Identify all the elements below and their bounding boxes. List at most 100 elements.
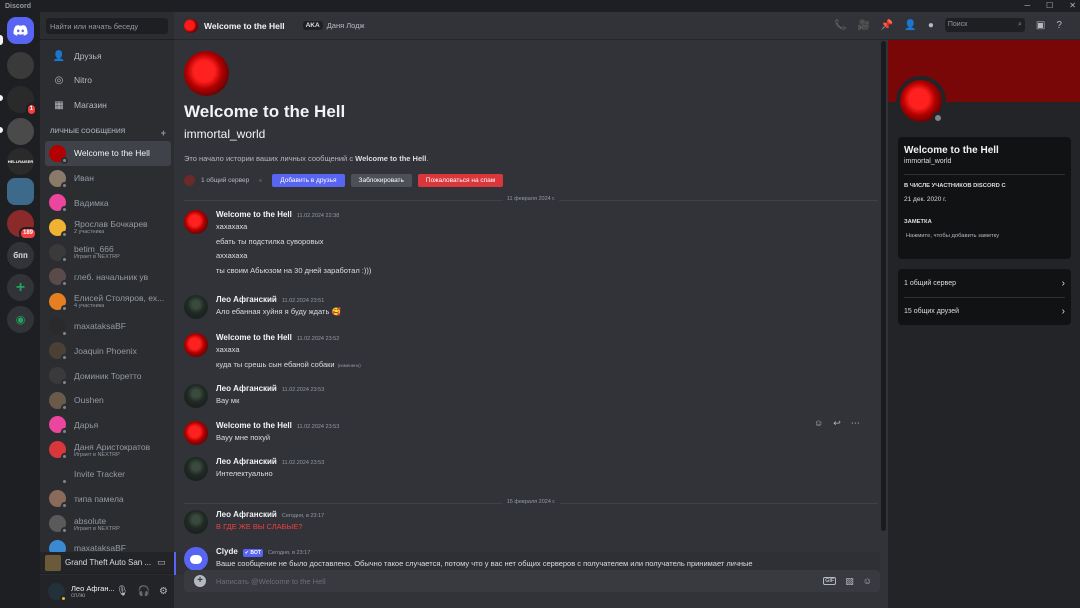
- scrollbar[interactable]: [881, 41, 886, 531]
- avatar: [49, 342, 68, 362]
- message-author[interactable]: Clyde: [216, 547, 238, 556]
- add-friend-button[interactable]: Добавить в друзья: [272, 174, 345, 187]
- user-panel: Лео Афган... сплю 🎙 🎧 ⚙: [40, 575, 174, 608]
- avatar: [49, 144, 68, 164]
- maximize-icon[interactable]: ☐: [1046, 0, 1053, 12]
- dm-item[interactable]: Oushen: [45, 388, 171, 413]
- block-button[interactable]: Заблокировать: [350, 174, 412, 187]
- voice-call-icon[interactable]: 📞: [834, 20, 846, 31]
- message-avatar[interactable]: [184, 547, 208, 571]
- message-avatar[interactable]: [184, 295, 208, 319]
- server-3[interactable]: [7, 118, 34, 145]
- avatar[interactable]: [48, 583, 67, 602]
- message: Лео Афганский 11.02.2024 23:53 Интелектуал…: [184, 457, 874, 487]
- nav-friends[interactable]: 👤 Друзья: [46, 45, 170, 67]
- server-2[interactable]: 1: [7, 86, 37, 116]
- add-reaction-icon[interactable]: ☺: [814, 418, 823, 429]
- dm-item-name: Вадимка: [74, 197, 109, 208]
- pin-icon[interactable]: 📌: [881, 20, 893, 31]
- dm-item[interactable]: Елисей Столяров, ex... 4 участника: [45, 289, 171, 314]
- bot-badge: ✔ BOT: [242, 549, 263, 557]
- server-bpp[interactable]: бпп: [7, 242, 34, 269]
- message-author[interactable]: Лео Афганский: [216, 457, 277, 466]
- message-author[interactable]: Лео Афганский: [216, 384, 277, 393]
- avatar: [49, 416, 68, 436]
- dm-item[interactable]: betim_666 Играет в NEXTRP: [45, 240, 171, 265]
- settings-gear-icon[interactable]: ⚙: [159, 586, 168, 597]
- message-avatar[interactable]: [184, 510, 208, 534]
- dm-item[interactable]: Ярослав Бочкарев 2 участника: [45, 215, 171, 240]
- user-profile-icon[interactable]: ●: [928, 20, 934, 31]
- reply-icon[interactable]: ↩: [833, 418, 841, 429]
- message-author[interactable]: Welcome to the Hell: [216, 333, 292, 342]
- aka-name: Даня Лодж: [326, 21, 365, 30]
- message-avatar[interactable]: [184, 384, 208, 408]
- dm-item[interactable]: maxataksaBF: [45, 314, 171, 339]
- minimize-icon[interactable]: ─: [1024, 0, 1030, 12]
- dm-item[interactable]: Даня Аристократов Играет в NEXTRP: [45, 437, 171, 462]
- screen-share-icon[interactable]: ▭: [157, 557, 166, 568]
- add-server-button[interactable]: +: [7, 274, 34, 301]
- mutual-servers-row[interactable]: 1 общий сервер ›: [904, 270, 1065, 296]
- nav-shop[interactable]: ▦ Магазин: [46, 94, 170, 116]
- message-list: Welcome to the Hell immortal_world Это н…: [174, 41, 888, 575]
- message-author[interactable]: Лео Афганский: [216, 510, 277, 519]
- dm-item[interactable]: глеб. начальник ув: [45, 264, 171, 289]
- message-author[interactable]: Лео Афганский: [216, 295, 277, 304]
- report-spam-button[interactable]: Пожаловаться на спам: [417, 174, 504, 187]
- dm-item[interactable]: Invite Tracker: [45, 462, 171, 487]
- more-options-icon[interactable]: ⋯: [851, 418, 860, 429]
- add-friends-to-dm-icon[interactable]: 👤: [904, 20, 916, 31]
- nav-nitro[interactable]: ◎ Nitro: [46, 69, 170, 91]
- message-avatar[interactable]: [184, 457, 208, 481]
- divider: [904, 174, 1065, 175]
- sticker-icon[interactable]: ▧: [845, 576, 854, 587]
- video-call-icon[interactable]: 🎥: [857, 20, 869, 31]
- headphones-icon[interactable]: 🎧: [138, 586, 150, 597]
- home-button[interactable]: [7, 17, 34, 44]
- window-titlebar: Discord ─ ☐ ✕: [0, 0, 1080, 12]
- close-icon[interactable]: ✕: [1069, 0, 1076, 12]
- server-1[interactable]: [7, 52, 34, 79]
- microphone-icon[interactable]: 🎙: [116, 586, 129, 597]
- attach-plus-icon[interactable]: +: [194, 575, 206, 587]
- server-hellraiser[interactable]: HELLRAISER: [7, 148, 34, 175]
- dm-item[interactable]: Вадимка: [45, 190, 171, 215]
- dm-item[interactable]: Доминик Торетто: [45, 363, 171, 388]
- server-6[interactable]: 189: [7, 210, 37, 240]
- dm-item[interactable]: Joaquin Phoenix: [45, 339, 171, 364]
- message-avatar[interactable]: [184, 333, 208, 357]
- find-conversation-input[interactable]: Найти или начать беседу: [46, 18, 168, 34]
- scrollbar-thumb[interactable]: [881, 41, 886, 531]
- gif-button[interactable]: GIF: [823, 577, 837, 585]
- explore-servers-button[interactable]: ◉: [7, 306, 34, 333]
- message-text: куда ты срешь сын ебаной собаки (изменено…: [216, 360, 361, 369]
- dm-item[interactable]: Дарья: [45, 413, 171, 438]
- profile-avatar[interactable]: [896, 76, 946, 126]
- dm-item[interactable]: absolute Играет в NEXTRP: [45, 511, 171, 536]
- dm-item[interactable]: Welcome to the Hell: [45, 141, 171, 166]
- dm-item[interactable]: типа памела: [45, 487, 171, 512]
- mutual-friends-row[interactable]: 15 общих друзей ›: [904, 298, 1065, 324]
- message-author[interactable]: Welcome to the Hell: [216, 421, 292, 430]
- search-input[interactable]: Поиск ⌕: [944, 18, 1025, 32]
- message-avatar[interactable]: [184, 421, 208, 445]
- status-icon: [61, 230, 68, 238]
- message-text-content: Ваше сообщение не было доставлено. Обычн…: [216, 559, 753, 568]
- message-author[interactable]: Welcome to the Hell: [216, 210, 292, 219]
- emoji-icon[interactable]: ☺: [863, 576, 872, 586]
- server-5[interactable]: [7, 178, 34, 205]
- message-text: хахаха: [216, 345, 240, 354]
- nav-shop-label: Магазин: [74, 100, 107, 110]
- dm-item[interactable]: Иван: [45, 166, 171, 191]
- create-dm-icon[interactable]: +: [161, 128, 166, 138]
- inbox-icon[interactable]: ▣: [1036, 20, 1045, 31]
- help-icon[interactable]: ?: [1056, 20, 1062, 31]
- dm-header: Личные сообщения +: [50, 128, 166, 138]
- mutual-server-count[interactable]: 1 общий сервер: [201, 177, 249, 184]
- message-avatar[interactable]: [184, 210, 208, 234]
- message-input[interactable]: Написать @Welcome to the Hell: [216, 577, 326, 586]
- note-input[interactable]: Нажмите, чтобы добавить заметку: [906, 233, 999, 239]
- message: Лео Афганский 11.02.2024 23:53 Вау мк: [184, 384, 874, 414]
- profile-info-card: Welcome to the Hell immortal_world В чис…: [898, 137, 1071, 259]
